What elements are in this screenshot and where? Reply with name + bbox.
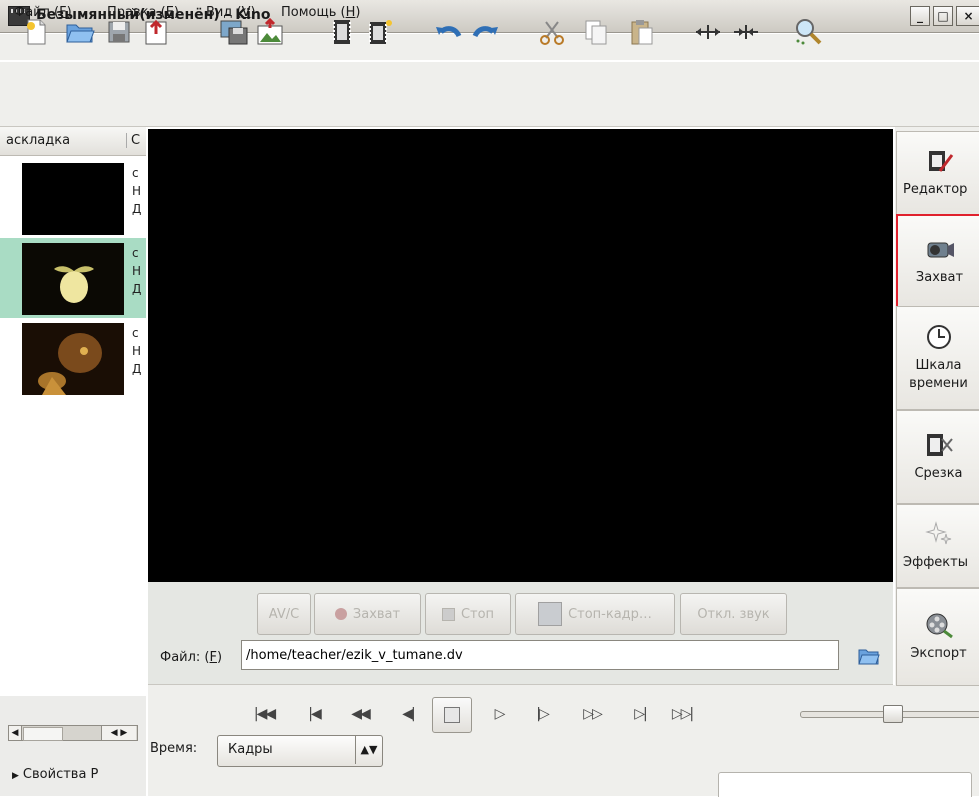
storyboard-scrollbar[interactable]: ◀ ◀ ▶ (8, 725, 138, 741)
clip-thumbnail (22, 323, 124, 395)
next-frame-icon[interactable]: |▷ (528, 700, 556, 728)
clip-info-line: с (132, 326, 139, 340)
zoom-icon[interactable] (792, 16, 824, 48)
time-label: Время: (150, 741, 198, 756)
stop-icon (444, 707, 460, 723)
image-icon[interactable] (254, 16, 286, 48)
record-icon (334, 608, 347, 620)
clip-info-line: с (132, 246, 139, 260)
camcorder-icon (925, 235, 955, 263)
clip-thumbnail (22, 243, 124, 315)
trim-icon (924, 431, 954, 459)
clock-icon (924, 323, 954, 351)
first-scene-icon[interactable]: |◀◀ (250, 700, 278, 728)
storyboard-list: с Н Д с Н Д с Н Д (0, 156, 146, 696)
close-button[interactable]: × (956, 6, 979, 26)
next-scene-icon[interactable]: ▷| (626, 700, 654, 728)
position-display (718, 772, 972, 797)
scroll-left-icon[interactable]: ◀ (9, 726, 22, 740)
film-reel-icon (924, 611, 954, 639)
new-file-icon[interactable] (20, 16, 52, 48)
open-folder-icon[interactable] (64, 16, 96, 48)
save-icon[interactable] (103, 16, 135, 48)
stop-button[interactable]: Стоп (425, 593, 511, 635)
nav-editor[interactable]: Редактор (896, 131, 979, 215)
last-scene-icon[interactable]: ▷▷| (668, 700, 696, 728)
still-frame-button[interactable]: Стоп-кадр… (515, 593, 675, 635)
clip-info-line: Д (132, 282, 142, 296)
clip-info-line: Д (132, 202, 142, 216)
clip-info-line: Н (132, 264, 142, 278)
copy-icon[interactable] (580, 16, 612, 48)
nav-capture[interactable]: Захват (896, 214, 979, 308)
paste-icon[interactable] (626, 16, 658, 48)
stop-playback-button[interactable] (432, 697, 472, 733)
sparkle-icon (924, 520, 954, 548)
scroll-right-icon[interactable]: ◀ ▶ (101, 726, 136, 740)
list-item[interactable]: с Н Д (0, 158, 146, 238)
nav-label: Захват (915, 270, 964, 285)
storyboard-column-header-2[interactable]: С (126, 133, 147, 148)
nav-export[interactable]: Экспорт (896, 588, 979, 686)
still-frame-icon (538, 602, 563, 626)
stop-icon (441, 607, 455, 621)
shuttle-slider-thumb[interactable] (883, 705, 903, 723)
minimize-button[interactable]: _ (910, 6, 930, 26)
nav-label: Шкала времени (909, 358, 968, 391)
clip-info-line: Д (132, 362, 142, 376)
film-append-icon[interactable] (364, 16, 396, 48)
undo-icon[interactable] (432, 16, 464, 48)
split-icon[interactable] (692, 16, 724, 48)
storyboard-column-header[interactable]: аскладка (6, 133, 70, 148)
play-icon[interactable]: ▷ (485, 700, 513, 728)
nav-effects[interactable]: Эффекты (896, 504, 979, 588)
nav-label: Экспорт (910, 646, 967, 661)
list-item[interactable]: с Н Д (0, 318, 146, 398)
file-label: Файл: (F) (160, 650, 223, 665)
avc-button[interactable]: AV/C (257, 593, 311, 635)
previous-scene-icon[interactable]: |◀ (300, 700, 328, 728)
scroll-thumb[interactable] (23, 727, 63, 741)
clip-info-line: Н (132, 344, 142, 358)
mute-button[interactable]: Откл. звук (680, 593, 787, 635)
clip-info-line: с (132, 166, 139, 180)
nav-label: Эффекты (903, 555, 968, 570)
editor-icon (924, 147, 954, 175)
properties-expander[interactable]: ▶ Свойства Р (12, 767, 98, 782)
chevron-updown-icon: ▲▼ (355, 736, 382, 764)
redo-icon[interactable] (470, 16, 502, 48)
clip-thumbnail (22, 163, 124, 235)
join-icon[interactable] (730, 16, 762, 48)
previous-frame-icon[interactable]: ◀| (394, 700, 422, 728)
nav-label: Редактор (903, 182, 968, 197)
list-item[interactable]: с Н Д (0, 238, 146, 318)
nav-trim[interactable]: Срезка (896, 410, 979, 504)
nav-label: Срезка (914, 466, 963, 481)
fast-forward-icon[interactable]: ▷▷ (578, 700, 606, 728)
capture-button[interactable]: Захват (314, 593, 421, 635)
save-frame-icon[interactable] (218, 16, 250, 48)
open-folder-icon[interactable] (858, 646, 880, 666)
clip-info-line: Н (132, 184, 142, 198)
nav-timeline[interactable]: Шкала времени (896, 306, 979, 410)
cut-icon[interactable] (536, 16, 568, 48)
time-format-select[interactable]: Кадры ▲▼ (217, 735, 383, 767)
rewind-icon[interactable]: ◀◀ (346, 700, 374, 728)
film-insert-icon[interactable] (326, 16, 358, 48)
toolbar (0, 62, 979, 127)
expander-arrow-icon: ▶ (12, 771, 19, 781)
maximize-button[interactable]: □ (933, 6, 953, 26)
video-preview (148, 129, 893, 582)
export-icon[interactable] (140, 16, 172, 48)
file-path-input[interactable] (241, 640, 839, 670)
